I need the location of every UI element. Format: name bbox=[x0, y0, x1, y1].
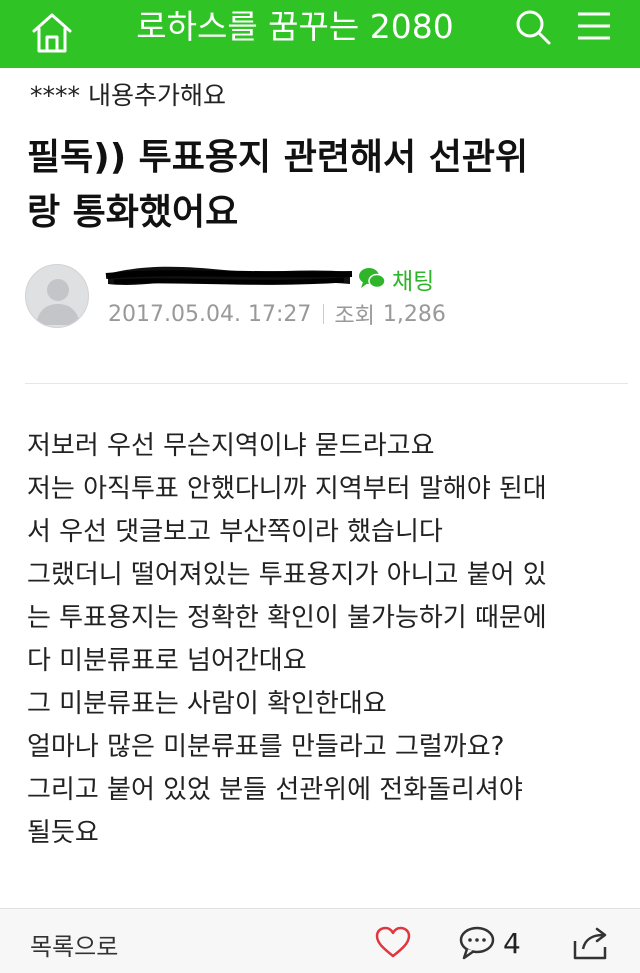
body-line: 그리고 붙어 있었 분들 선관위에 전화돌리셔야 bbox=[27, 775, 523, 805]
share-icon[interactable] bbox=[571, 925, 611, 961]
post-title: 필독)) 투표용지 관련해서 선관위 랑 통화했어요 bbox=[27, 130, 617, 240]
chat-button[interactable]: 채팅 bbox=[358, 264, 435, 295]
chat-bubble-icon bbox=[359, 268, 386, 289]
cafe-title[interactable]: 로하스를 꿈꾸는 2080 bbox=[100, 0, 490, 54]
post-meta: 2017.05.04. 17:27 조회 1,286 bbox=[108, 298, 446, 330]
post-title-line: 필독)) 투표용지 관련해서 선관위 bbox=[27, 137, 529, 178]
bottom-action-bar: 목록으로 4 bbox=[0, 908, 640, 973]
home-icon[interactable] bbox=[28, 9, 76, 57]
comment-count: 4 bbox=[503, 927, 521, 960]
post-title-line: 랑 통화했어요 bbox=[27, 192, 239, 233]
notice-text: **** 내용추가해요 bbox=[30, 81, 226, 110]
author-name[interactable] bbox=[105, 262, 353, 292]
menu-icon[interactable] bbox=[576, 10, 612, 42]
search-icon[interactable] bbox=[514, 8, 552, 46]
body-line: 다 미분류표로 넘어간대요 bbox=[27, 646, 307, 676]
comment-icon[interactable] bbox=[458, 925, 496, 961]
views-label: 조회 bbox=[334, 304, 375, 329]
body-line: 그 미분류표는 사람이 확인한대요 bbox=[27, 689, 387, 719]
default-profile-icon bbox=[36, 279, 80, 325]
post-date: 2017.05.04. 17:27 bbox=[108, 301, 312, 327]
body-line: 저보러 우선 무슨지역이냐 묻드라고요 bbox=[27, 431, 435, 461]
avatar[interactable] bbox=[25, 264, 89, 328]
body-line: 서 우선 댓글보고 부산쪽이라 했습니다 bbox=[27, 517, 443, 547]
views-count: 1,286 bbox=[382, 301, 446, 327]
redaction-scribble bbox=[105, 266, 353, 285]
content-divider bbox=[25, 383, 628, 384]
chat-label: 채팅 bbox=[392, 269, 435, 295]
body-line: 는 투표용지는 정확한 확인이 불가능하기 때문에 bbox=[27, 603, 547, 633]
heart-icon[interactable] bbox=[374, 925, 412, 959]
meta-divider bbox=[323, 304, 325, 324]
body-line: 저는 아직투표 안했다니까 지역부터 말해야 된대 bbox=[27, 474, 547, 504]
body-line: 얼마나 많은 미분류표를 만들라고 그럴까요? bbox=[27, 732, 505, 762]
top-app-bar: 로하스를 꿈꾸는 2080 bbox=[0, 0, 640, 68]
body-line: 그랬더니 떨어져있는 투표용지가 아니고 붙어 있 bbox=[27, 560, 547, 590]
post-body: 저보러 우선 무슨지역이냐 묻드라고요 저는 아직투표 안했다니까 지역부터 말… bbox=[27, 425, 627, 855]
back-to-list-button[interactable]: 목록으로 bbox=[30, 927, 118, 962]
body-line: 될듯요 bbox=[27, 818, 99, 848]
